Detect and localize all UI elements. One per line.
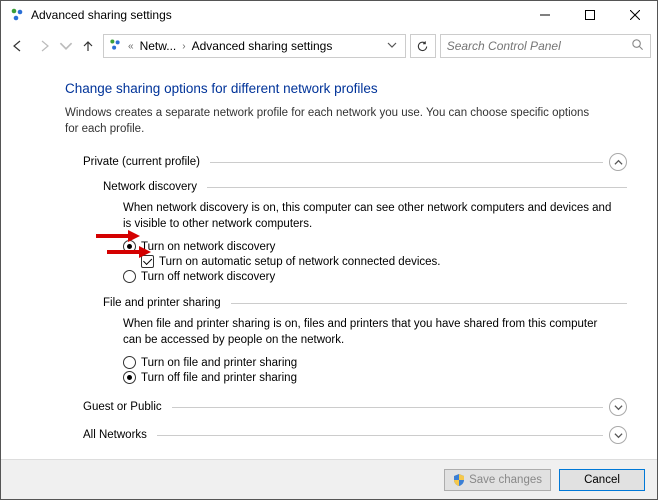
checkbox-nd-auto[interactable]: Turn on automatic setup of network conne… <box>141 255 627 268</box>
section-header-all[interactable]: All Networks <box>83 426 627 444</box>
up-button[interactable] <box>77 35 99 57</box>
section-title: Guest or Public <box>83 401 166 413</box>
chevron-right-icon: › <box>180 41 187 52</box>
divider <box>172 407 603 408</box>
divider <box>231 303 627 304</box>
chevron-up-icon[interactable] <box>609 153 627 171</box>
option-label: Turn off file and printer sharing <box>141 372 297 384</box>
option-label: Turn on automatic setup of network conne… <box>159 256 440 268</box>
intro-text: Windows creates a separate network profi… <box>65 106 605 137</box>
search-icon <box>631 38 644 54</box>
radio-nd-off[interactable]: Turn off network discovery <box>123 270 627 283</box>
group-file-printer: File and printer sharing When file and p… <box>103 297 627 384</box>
window-title: Advanced sharing settings <box>31 8 522 22</box>
shield-icon <box>453 474 465 486</box>
network-icon <box>108 38 122 55</box>
cancel-button[interactable]: Cancel <box>559 469 645 491</box>
chevron-left-icon: « <box>126 41 136 52</box>
radio-fp-off[interactable]: Turn off file and printer sharing <box>123 371 627 384</box>
page-heading: Change sharing options for different net… <box>65 81 627 96</box>
titlebar: Advanced sharing settings <box>1 1 657 29</box>
breadcrumb-item[interactable]: Advanced sharing settings <box>192 39 333 53</box>
close-button[interactable] <box>612 1 657 29</box>
radio-fp-on[interactable]: Turn on file and printer sharing <box>123 356 627 369</box>
option-label: Turn on network discovery <box>141 241 275 253</box>
back-button[interactable] <box>7 35 29 57</box>
group-title: Network discovery <box>103 181 201 193</box>
group-desc: When network discovery is on, this compu… <box>123 201 613 232</box>
save-button[interactable]: Save changes <box>444 469 551 491</box>
toolbar: « Netw... › Advanced sharing settings <box>1 29 657 63</box>
chevron-down-icon[interactable] <box>609 398 627 416</box>
radio-icon <box>123 371 136 384</box>
minimize-button[interactable] <box>522 1 567 29</box>
divider <box>157 435 603 436</box>
section-all: All Networks <box>83 426 627 444</box>
section-title: All Networks <box>83 429 151 441</box>
section-header-private[interactable]: Private (current profile) <box>83 153 627 171</box>
recent-dropdown[interactable] <box>59 35 73 57</box>
refresh-button[interactable] <box>410 34 436 58</box>
radio-nd-on[interactable]: Turn on network discovery <box>123 240 627 253</box>
option-label: Turn off network discovery <box>141 271 275 283</box>
section-private: Private (current profile) Network discov… <box>83 153 627 384</box>
section-title: Private (current profile) <box>83 156 204 168</box>
radio-icon <box>123 240 136 253</box>
group-network-discovery: Network discovery When network discovery… <box>103 181 627 283</box>
footer: Save changes Cancel <box>1 459 657 499</box>
address-bar[interactable]: « Netw... › Advanced sharing settings <box>103 34 406 58</box>
search-box[interactable] <box>440 34 651 58</box>
button-label: Cancel <box>584 474 620 486</box>
button-label: Save changes <box>469 474 542 486</box>
window-controls <box>522 1 657 29</box>
radio-icon <box>123 356 136 369</box>
forward-button[interactable] <box>33 35 55 57</box>
group-title: File and printer sharing <box>103 297 225 309</box>
chevron-down-icon[interactable] <box>609 426 627 444</box>
radio-icon <box>123 270 136 283</box>
checkbox-icon <box>141 255 154 268</box>
address-dropdown[interactable] <box>377 39 401 53</box>
breadcrumb-item[interactable]: Netw... <box>140 39 177 53</box>
maximize-button[interactable] <box>567 1 612 29</box>
divider <box>207 187 627 188</box>
group-desc: When file and printer sharing is on, fil… <box>123 317 613 348</box>
content-area: Change sharing options for different net… <box>1 63 657 444</box>
divider <box>210 162 603 163</box>
search-input[interactable] <box>447 39 644 53</box>
section-guest: Guest or Public <box>83 398 627 416</box>
app-icon <box>9 7 25 23</box>
option-label: Turn on file and printer sharing <box>141 357 297 369</box>
section-header-guest[interactable]: Guest or Public <box>83 398 627 416</box>
